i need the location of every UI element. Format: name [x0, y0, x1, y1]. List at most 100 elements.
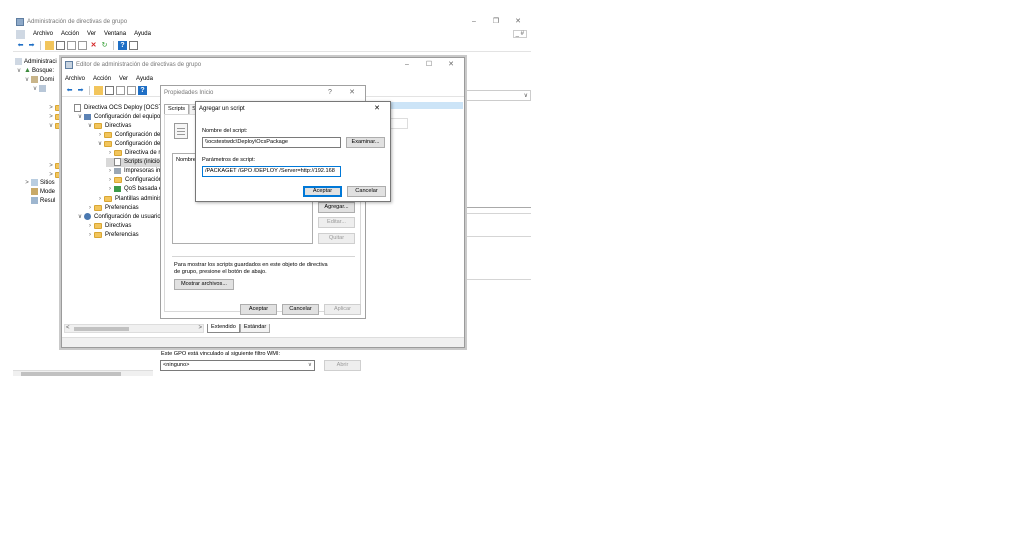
modeling-icon [31, 188, 38, 195]
export-icon[interactable] [127, 86, 136, 95]
gpmc-mdi-controls[interactable]: _ # [512, 30, 527, 38]
maximize-icon[interactable]: ❐ [485, 15, 507, 29]
show-tree-icon[interactable] [56, 41, 65, 50]
tree-item[interactable]: › Impresoras impl [106, 167, 167, 176]
browse-button[interactable]: Examinar... [346, 137, 385, 148]
tree-item[interactable]: › Preferencias [86, 230, 139, 239]
chevron-right-icon[interactable]: › [86, 205, 94, 211]
tree-item[interactable]: ∨ Directivas [86, 121, 131, 130]
gpmc-title: Administración de directivas de grupo [27, 19, 128, 25]
copy-icon[interactable] [67, 41, 76, 50]
gpmc-tree-domain-child[interactable]: v [31, 84, 46, 93]
chevron-down-icon[interactable]: ∨ [96, 140, 104, 147]
tree-item[interactable]: Directiva OCS Deploy [OCSTES [66, 103, 170, 112]
tree-item[interactable]: › Plantillas administra [96, 194, 168, 203]
folder-up-icon[interactable] [45, 41, 54, 50]
tree-item[interactable]: › Directivas [86, 221, 131, 230]
refresh-icon[interactable]: ↻ [100, 41, 109, 50]
editor-tree-hscrollbar[interactable]: < > [64, 324, 204, 333]
maximize-icon[interactable]: ☐ [418, 58, 440, 72]
gpmc-tree-results[interactable]: Resul [31, 196, 55, 205]
forward-arrow-icon[interactable]: ➡ [27, 41, 36, 50]
tree-item[interactable]: › Configuración d [106, 176, 167, 185]
chevron-down-icon[interactable]: ∨ [86, 122, 94, 129]
close-icon[interactable]: ✕ [440, 58, 462, 72]
close-icon[interactable]: ✕ [507, 15, 529, 29]
chevron-right-icon[interactable]: › [106, 168, 114, 174]
gpmc-tree-root[interactable]: Administraci [15, 57, 57, 66]
add-script-button[interactable]: Agregar... [318, 202, 355, 213]
forward-arrow-icon[interactable]: ➡ [76, 86, 85, 95]
script-params-input[interactable]: /PACKAGET /GPO /DEPLOY /Server=http://19… [202, 166, 341, 177]
tree-item[interactable]: › Configuración de so [96, 130, 168, 139]
scroll-thumb[interactable] [21, 372, 121, 376]
gpmc-tree-sites[interactable]: > Sitios [23, 178, 55, 187]
wmi-filter-label: Este GPO está vinculado al siguiente fil… [161, 351, 281, 357]
properties-icon[interactable] [129, 41, 138, 50]
close-icon[interactable]: ✕ [366, 102, 388, 116]
user-icon [84, 213, 91, 221]
gpmc-tree-hscrollbar[interactable] [13, 370, 153, 376]
minimize-icon[interactable]: – [396, 58, 418, 72]
apply-button[interactable]: Aplicar [324, 304, 361, 315]
gpmc-tree-modeling[interactable]: Mode [31, 187, 55, 196]
remove-script-button[interactable]: Quitar [318, 233, 355, 244]
tab-extendido[interactable]: Extendido [207, 324, 240, 333]
chart-icon [114, 186, 121, 193]
back-arrow-icon[interactable]: ⬅ [65, 86, 74, 95]
wmi-open-button[interactable]: Abrir [324, 360, 361, 371]
menu-accion[interactable]: Acción [61, 31, 79, 37]
chevron-right-icon[interactable]: › [106, 177, 114, 183]
menu-archivo[interactable]: Archivo [33, 31, 53, 37]
gpmc-tree-forest[interactable]: v ▲ Bosque: [15, 66, 55, 75]
tab-scripts[interactable]: Scripts [164, 104, 190, 114]
chevron-right-icon[interactable]: › [106, 186, 114, 192]
editor-view-tabs: Extendido Estándar [207, 324, 271, 333]
menu-ventana[interactable]: Ventana [104, 31, 126, 37]
chevron-right-icon[interactable]: › [86, 223, 94, 229]
menu-ver[interactable]: Ver [119, 76, 128, 82]
ok-button[interactable]: Aceptar [240, 304, 277, 315]
cancel-button[interactable]: Cancelar [282, 304, 319, 315]
column-header-name[interactable]: Nombre [176, 157, 196, 163]
add-script-ok-button[interactable]: Aceptar [303, 186, 342, 197]
show-tree-icon[interactable] [105, 86, 114, 95]
copy-icon[interactable] [116, 86, 125, 95]
minimize-icon[interactable]: – [463, 15, 485, 29]
menu-archivo[interactable]: Archivo [65, 76, 85, 82]
tab-estandar[interactable]: Estándar [239, 324, 271, 333]
paste-icon[interactable] [78, 41, 87, 50]
gpmc-right-dropdown[interactable]: ∨ [464, 90, 531, 101]
tree-item[interactable]: › Preferencias [86, 203, 139, 212]
chevron-right-icon[interactable]: › [96, 132, 104, 138]
edit-script-button[interactable]: Editar... [318, 217, 355, 228]
help-button[interactable]: ? [319, 86, 341, 100]
script-name-input[interactable]: \\ocstestwdc\Deploy\OcsPackage [202, 137, 341, 148]
menu-ayuda[interactable]: Ayuda [134, 31, 151, 37]
back-arrow-icon[interactable]: ⬅ [16, 41, 25, 50]
delete-icon[interactable]: ✕ [89, 41, 98, 50]
folder-up-icon[interactable] [94, 86, 103, 95]
wmi-filter-select[interactable]: <ninguno> ∨ [160, 360, 315, 371]
gpmc-tree-domain[interactable]: v Domi [23, 75, 54, 84]
chevron-down-icon[interactable]: ∨ [76, 213, 84, 220]
chevron-right-icon[interactable]: › [106, 150, 114, 156]
help-icon[interactable]: ? [138, 86, 147, 95]
folder-icon [114, 150, 122, 156]
close-icon[interactable]: ✕ [341, 86, 363, 100]
chevron-right-icon[interactable]: › [86, 232, 94, 238]
help-icon[interactable]: ? [118, 41, 127, 50]
menu-accion[interactable]: Acción [93, 76, 111, 82]
chevron-right-icon[interactable]: › [96, 196, 104, 202]
tree-item[interactable]: ∨ Configuración de W [96, 139, 168, 148]
menu-ver[interactable]: Ver [87, 31, 96, 37]
tree-item[interactable]: ∨ Configuración del equipo [76, 112, 160, 121]
scroll-left-icon[interactable]: < [66, 325, 70, 331]
chevron-down-icon[interactable]: ∨ [76, 113, 84, 120]
scroll-right-icon[interactable]: > [198, 325, 202, 331]
tree-item[interactable]: ∨ Configuración de usuario [76, 212, 161, 221]
show-files-button[interactable]: Mostrar archivos... [174, 279, 234, 290]
scroll-thumb[interactable] [74, 327, 129, 331]
add-script-cancel-button[interactable]: Cancelar [347, 186, 386, 197]
menu-ayuda[interactable]: Ayuda [136, 76, 153, 82]
